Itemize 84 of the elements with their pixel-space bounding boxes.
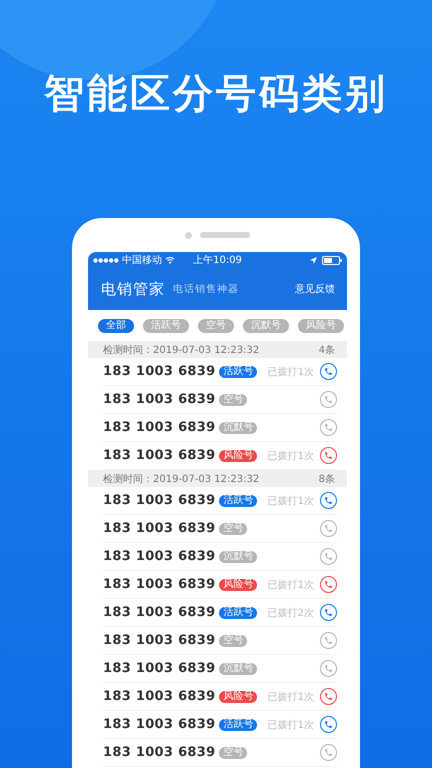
phone-icon — [324, 367, 333, 376]
number-type-tag: 活跃号 — [219, 718, 258, 730]
call-button[interactable] — [320, 520, 337, 537]
phone-icon — [324, 636, 333, 645]
phone-icon — [324, 496, 333, 505]
phone-number: 183 1003 6839 — [103, 521, 216, 536]
number-type-tag: 空号 — [219, 746, 248, 758]
phone-icon — [324, 395, 333, 404]
phone-icon — [324, 720, 333, 729]
filter-chip[interactable]: 沉默号 — [243, 319, 289, 333]
phone-number: 183 1003 6839 — [103, 364, 216, 379]
location-arrow-icon — [310, 256, 318, 264]
number-type-tag: 活跃号 — [219, 606, 258, 618]
number-type-tag: 风险号 — [219, 690, 258, 702]
check-time: 检测时间：2019-07-03 12:23:32 — [103, 472, 260, 486]
number-type-tag: 空号 — [219, 522, 248, 534]
record-count: 4条 — [318, 344, 335, 356]
record-count: 8条 — [318, 472, 335, 486]
number-type-tag: 空号 — [219, 634, 248, 646]
number-type-tag: 沉默号 — [219, 550, 258, 562]
feedback-link[interactable]: 意见反馈 — [295, 282, 335, 296]
phone-icon — [324, 664, 333, 673]
number-type-tag: 沉默号 — [219, 422, 258, 434]
camera-icon — [185, 232, 192, 238]
filter-chip[interactable]: 全部 — [98, 319, 134, 333]
phone-icon — [324, 580, 333, 589]
phone-icon — [324, 692, 333, 701]
phone-number: 183 1003 6839 — [103, 448, 216, 463]
call-button[interactable] — [320, 391, 337, 408]
phone-number: 183 1003 6839 — [103, 420, 216, 435]
phone-number: 183 1003 6839 — [103, 633, 216, 648]
dial-count: 已拨打1次 — [268, 690, 314, 704]
dial-count: 已拨打2次 — [268, 606, 314, 620]
call-button[interactable] — [320, 660, 337, 677]
call-button[interactable] — [320, 604, 337, 621]
filter-chip[interactable]: 风险号 — [298, 319, 344, 333]
call-button[interactable] — [320, 419, 337, 436]
dial-count: 已拨打1次 — [268, 366, 314, 378]
battery-icon — [322, 256, 342, 264]
app-title: 电销管家 — [101, 280, 165, 298]
phone-number: 183 1003 6839 — [103, 605, 216, 620]
filter-chip[interactable]: 活跃号 — [143, 319, 189, 333]
number-type-tag: 空号 — [219, 394, 248, 406]
filter-chip[interactable]: 空号 — [198, 319, 234, 333]
headline: 智能区分号码类别 — [44, 70, 388, 119]
number-type-tag: 活跃号 — [219, 494, 258, 506]
phone-number: 183 1003 6839 — [103, 577, 216, 592]
dial-count: 已拨打1次 — [268, 578, 314, 592]
speaker-icon — [200, 232, 250, 238]
call-button[interactable] — [320, 492, 337, 509]
clock-time: 上午10:09 — [193, 254, 242, 267]
phone-number: 183 1003 6839 — [103, 493, 216, 508]
dial-count: 已拨打1次 — [268, 718, 314, 732]
dial-count: 已拨打1次 — [268, 450, 314, 462]
phone-icon — [324, 451, 333, 460]
carrier-name: 中国移动 — [122, 254, 162, 267]
wifi-icon — [165, 256, 175, 264]
app-subtitle: 电话销售神器 — [173, 282, 240, 296]
phone-icon — [324, 608, 333, 617]
call-button[interactable] — [320, 447, 337, 464]
call-button[interactable] — [320, 632, 337, 649]
call-button[interactable] — [320, 744, 337, 761]
phone-icon — [324, 552, 333, 561]
number-type-tag: 风险号 — [219, 450, 258, 462]
number-type-tag: 沉默号 — [219, 662, 258, 674]
call-button[interactable] — [320, 688, 337, 705]
check-time: 检测时间：2019-07-03 12:23:32 — [103, 344, 260, 356]
call-button[interactable] — [320, 548, 337, 565]
number-type-tag: 风险号 — [219, 578, 258, 590]
phone-icon — [324, 423, 333, 432]
phone-number: 183 1003 6839 — [103, 549, 216, 564]
phone-number: 183 1003 6839 — [103, 661, 216, 676]
call-button[interactable] — [320, 363, 337, 380]
call-button[interactable] — [320, 576, 337, 593]
phone-number: 183 1003 6839 — [103, 392, 216, 407]
phone-icon — [324, 524, 333, 533]
signal-icon — [93, 258, 119, 262]
phone-number: 183 1003 6839 — [103, 745, 216, 760]
phone-icon — [324, 748, 333, 757]
dial-count: 已拨打1次 — [268, 494, 314, 508]
number-type-tag: 活跃号 — [219, 366, 258, 378]
call-button[interactable] — [320, 716, 337, 733]
phone-number: 183 1003 6839 — [103, 689, 216, 704]
phone-number: 183 1003 6839 — [103, 717, 216, 732]
